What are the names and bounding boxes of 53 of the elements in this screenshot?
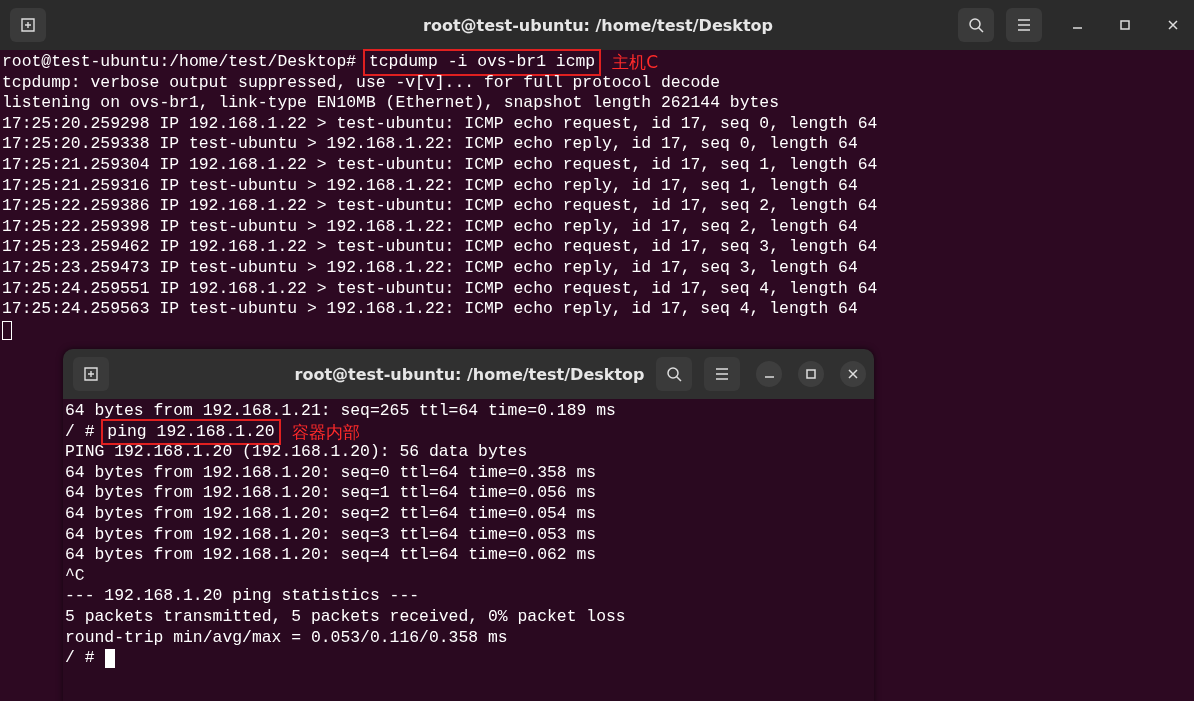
terminal-output-line: 17:25:24.259551 IP 192.168.1.22 > test-ubuntu: ICMP echo request, id 17, seq 4, length 64 xyxy=(2,278,878,300)
new-tab-button[interactable] xyxy=(10,8,46,42)
shell-prompt: / # xyxy=(65,421,96,443)
new-tab-icon xyxy=(20,17,36,33)
search-icon xyxy=(968,17,984,33)
menu-icon xyxy=(715,368,729,380)
terminal-output-line: --- 192.168.1.20 ping statistics --- xyxy=(65,586,420,607)
terminal-output-line: 64 bytes from 192.168.1.20: seq=3 ttl=64 time=0.053 ms xyxy=(65,524,597,546)
search-icon xyxy=(666,366,682,382)
annotation-label: 主机C xyxy=(612,52,659,73)
terminal-output-line: 64 bytes from 192.168.1.20: seq=2 ttl=64 time=0.054 ms xyxy=(65,503,597,525)
maximize-icon xyxy=(1119,19,1131,31)
terminal-output-line: 64 bytes from 192.168.1.20: seq=1 ttl=64 time=0.056 ms xyxy=(65,483,597,504)
minimize-button[interactable] xyxy=(756,361,782,387)
terminal-output-line: 17:25:22.259398 IP test-ubuntu > 192.168.1.22: ICMP echo reply, id 17, seq 2, length 64 xyxy=(2,216,858,238)
window-title: root@test-ubuntu: /home/test/Desktop xyxy=(294,364,645,384)
terminal-output-line: PING 192.168.1.20 (192.168.1.20): 56 data bytes xyxy=(65,442,528,463)
menu-button[interactable] xyxy=(1006,8,1042,42)
terminal-output-line: 64 bytes from 192.168.1.20: seq=4 ttl=64 time=0.062 ms xyxy=(65,545,597,566)
terminal-output-line: 5 packets transmitted, 5 packets received, 0% packet loss xyxy=(65,606,626,628)
terminal-output-line: listening on ovs-br1, link-type EN10MB (Ethernet), snapshot length 262144 bytes xyxy=(2,93,780,114)
annotation-label: 容器内部 xyxy=(291,421,360,443)
terminal-output-line: 17:25:20.259338 IP test-ubuntu > 192.168.1.22: ICMP echo reply, id 17, seq 0, length 64 xyxy=(2,134,858,155)
terminal-output-line: 17:25:22.259386 IP 192.168.1.22 > test-ubuntu: ICMP echo request, id 17, seq 2, length 64 xyxy=(2,196,878,217)
menu-button[interactable] xyxy=(704,357,740,391)
highlighted-command: ping 192.168.1.20 xyxy=(104,421,278,443)
new-tab-button[interactable] xyxy=(73,357,109,391)
shell-prompt: / # xyxy=(65,648,95,669)
terminal-output-line: tcpdump: verbose output suppressed, use -v[v]... for full protocol decode xyxy=(2,72,721,94)
terminal-output-line: round-trip min/avg/max = 0.053/0.116/0.358 ms xyxy=(65,627,508,649)
maximize-button[interactable] xyxy=(798,361,824,387)
window-title: root@test-ubuntu: /home/test/Desktop xyxy=(423,15,773,35)
maximize-icon xyxy=(805,368,817,380)
terminal-output-line: 17:25:21.259304 IP 192.168.1.22 > test-ubuntu: ICMP echo request, id 17, seq 1, length 64 xyxy=(2,154,878,176)
terminal-output-line: ^C xyxy=(65,565,85,587)
terminal-output-line: 17:25:20.259298 IP 192.168.1.22 > test-ubuntu: ICMP echo request, id 17, seq 0, length 64 xyxy=(2,113,878,135)
close-button[interactable] xyxy=(840,361,866,387)
shell-prompt: root@test-ubuntu:/home/test/Desktop# xyxy=(2,52,358,73)
search-button[interactable] xyxy=(656,357,692,391)
terminal-output-line: 17:25:24.259563 IP test-ubuntu > 192.168.1.22: ICMP echo reply, id 17, seq 4, length 64 xyxy=(2,299,858,320)
terminal-output-line: 64 bytes from 192.168.1.20: seq=0 ttl=64 time=0.358 ms xyxy=(65,462,597,484)
search-button[interactable] xyxy=(958,8,994,42)
minimize-icon xyxy=(1072,27,1082,29)
menu-icon xyxy=(1017,19,1031,31)
terminal-output-line: 17:25:21.259316 IP test-ubuntu > 192.168.1.22: ICMP echo reply, id 17, seq 1, length 64 xyxy=(2,175,858,197)
terminal-output-line: 17:25:23.259462 IP 192.168.1.22 > test-ubuntu: ICMP echo request, id 17, seq 3, length 64 xyxy=(2,237,878,258)
close-icon xyxy=(847,368,859,380)
highlighted-command: tcpdump -i ovs-br1 icmp xyxy=(365,52,599,73)
new-tab-icon xyxy=(83,366,99,382)
terminal-output-line: 17:25:23.259473 IP test-ubuntu > 192.168.1.22: ICMP echo reply, id 17, seq 3, length 64 xyxy=(2,257,858,279)
terminal-output-line: 64 bytes from 192.168.1.21: seq=265 ttl=64 time=0.189 ms xyxy=(65,401,616,422)
close-icon xyxy=(1167,19,1179,31)
minimize-icon xyxy=(764,376,774,378)
